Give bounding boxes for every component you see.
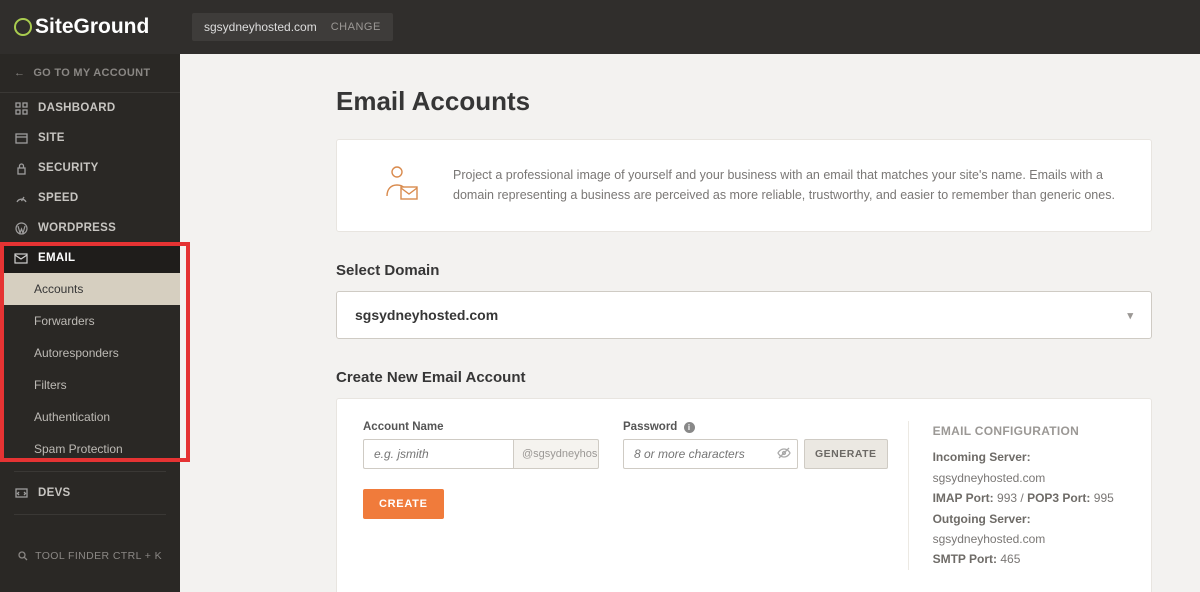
sidebar-item-label: SECURITY — [38, 162, 99, 174]
brand-logo[interactable]: SiteGround — [0, 15, 180, 39]
mail-icon — [14, 251, 28, 265]
smtp-label: SMTP Port: — [933, 552, 997, 566]
sidebar-sub-autoresponders[interactable]: Autoresponders — [0, 337, 180, 369]
email-configuration: EMAIL CONFIGURATION Incoming Server: sgs… — [908, 421, 1125, 570]
gauge-icon — [14, 191, 28, 205]
password-label: Password — [623, 421, 677, 433]
logo-swirl-icon — [14, 18, 32, 36]
account-name-label: Account Name — [363, 421, 599, 433]
sidebar-item-wordpress[interactable]: WORDPRESS — [0, 213, 180, 243]
generate-button[interactable]: GENERATE — [804, 439, 888, 469]
devs-icon — [14, 486, 28, 500]
brand-name: SiteGround — [35, 15, 149, 39]
sidebar-item-speed[interactable]: SPEED — [0, 183, 180, 213]
account-domain-suffix: @sgsydneyhos... — [513, 439, 599, 469]
imap-label: IMAP Port: — [933, 491, 994, 505]
domain-select[interactable]: sgsydneyhosted.com ▾ — [336, 291, 1152, 339]
select-domain-title: Select Domain — [336, 262, 1152, 279]
chevron-down-icon: ▾ — [1127, 309, 1133, 322]
smtp-value: 465 — [1000, 552, 1020, 566]
outgoing-value: sgsydneyhosted.com — [933, 532, 1046, 546]
sidebar-sub-spam-protection[interactable]: Spam Protection — [0, 433, 180, 465]
create-form: Account Name @sgsydneyhos... Password i — [363, 421, 888, 570]
lock-icon — [14, 161, 28, 175]
sidebar: ← GO TO MY ACCOUNT DASHBOARD SITE SECURI… — [0, 54, 180, 592]
sidebar-divider — [14, 471, 166, 472]
sidebar-item-site[interactable]: SITE — [0, 123, 180, 153]
outgoing-label: Outgoing Server: — [933, 512, 1031, 526]
site-icon — [14, 131, 28, 145]
password-input[interactable] — [623, 439, 798, 469]
change-domain-link[interactable]: CHANGE — [331, 21, 381, 33]
sidebar-item-email[interactable]: EMAIL — [0, 243, 180, 273]
go-back-label: GO TO MY ACCOUNT — [33, 67, 150, 79]
dashboard-icon — [14, 101, 28, 115]
sidebar-item-security[interactable]: SECURITY — [0, 153, 180, 183]
page-title: Email Accounts — [336, 86, 1152, 117]
user-mail-icon — [367, 162, 425, 209]
sidebar-item-label: SPEED — [38, 192, 79, 204]
pop3-label: POP3 Port: — [1027, 491, 1090, 505]
info-icon[interactable]: i — [684, 422, 695, 433]
sidebar-sub-authentication[interactable]: Authentication — [0, 401, 180, 433]
main-content: Email Accounts Project a professional im… — [180, 54, 1200, 592]
incoming-label: Incoming Server: — [933, 450, 1031, 464]
imap-value: 993 — [997, 491, 1017, 505]
sidebar-divider-2 — [14, 514, 166, 515]
hero-text: Project a professional image of yourself… — [453, 166, 1121, 205]
sidebar-item-label: EMAIL — [38, 252, 75, 264]
sidebar-item-label: SITE — [38, 132, 65, 144]
sidebar-sub-filters[interactable]: Filters — [0, 369, 180, 401]
account-name-input[interactable] — [363, 439, 513, 469]
create-account-title: Create New Email Account — [336, 369, 1152, 386]
topbar: SiteGround sgsydneyhosted.com CHANGE — [0, 0, 1200, 54]
wordpress-icon — [14, 221, 28, 235]
domain-switcher[interactable]: sgsydneyhosted.com CHANGE — [192, 13, 393, 41]
sidebar-item-label: WORDPRESS — [38, 222, 116, 234]
create-account-card: Account Name @sgsydneyhos... Password i — [336, 398, 1152, 592]
incoming-value: sgsydneyhosted.com — [933, 471, 1046, 485]
pop3-value: 995 — [1094, 491, 1114, 505]
create-button[interactable]: CREATE — [363, 489, 444, 519]
selected-domain-value: sgsydneyhosted.com — [355, 307, 498, 323]
eye-icon[interactable] — [777, 446, 791, 463]
arrow-left-icon: ← — [14, 67, 25, 79]
config-title: EMAIL CONFIGURATION — [933, 421, 1125, 441]
sidebar-item-devs[interactable]: DEVS — [0, 478, 180, 508]
sidebar-item-label: DEVS — [38, 487, 71, 499]
hero-card: Project a professional image of yourself… — [336, 139, 1152, 232]
go-to-my-account[interactable]: ← GO TO MY ACCOUNT — [0, 54, 180, 93]
tool-finder-label: TOOL FINDER CTRL + K — [35, 550, 162, 562]
current-domain: sgsydneyhosted.com — [204, 20, 317, 34]
sidebar-item-dashboard[interactable]: DASHBOARD — [0, 93, 180, 123]
sidebar-sub-accounts[interactable]: Accounts — [0, 273, 180, 305]
tool-finder[interactable]: TOOL FINDER CTRL + K — [0, 536, 180, 592]
sidebar-item-label: DASHBOARD — [38, 102, 115, 114]
sidebar-sub-forwarders[interactable]: Forwarders — [0, 305, 180, 337]
